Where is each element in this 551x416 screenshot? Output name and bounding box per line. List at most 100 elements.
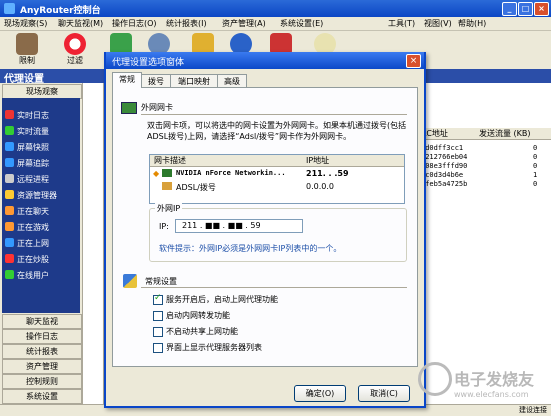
dialog-titlebar[interactable]: 代理设置选项窗体 ×: [106, 52, 424, 69]
status-text: 建设连接: [519, 406, 547, 414]
sidebar-item-remote-process[interactable]: 远程进程: [5, 174, 49, 189]
tab-dialup[interactable]: 拨号: [141, 74, 171, 88]
sidebar-btn-assets[interactable]: 资产管理: [2, 359, 82, 374]
active-marker-icon: ◆: [153, 169, 160, 178]
sidebar-item-label: 正在上网: [17, 239, 49, 248]
table-row[interactable]: 008e3fffd90 0: [415, 162, 551, 171]
sidebar-observe-button[interactable]: 现场观察: [2, 84, 82, 99]
mac-cell: 0212766eb04: [421, 153, 468, 161]
sidebar-item-label: 实时日志: [17, 111, 49, 120]
app-logo-icon: [4, 3, 15, 14]
sidebar-btn-chat-monitor[interactable]: 聊天监视: [2, 314, 82, 329]
home-icon: [16, 33, 38, 55]
table-row[interactable]: 4feb5a4725b 0: [415, 180, 551, 189]
nic-row-adsl[interactable]: ADSL/拨号 0.0.0.0: [150, 181, 404, 192]
menu-bar: 现场观察(S) 聊天监视(M) 操作日志(O) 统计报表(I) 资产管理(A) …: [0, 17, 551, 31]
watermark-text: 电子发烧友: [454, 370, 535, 389]
menu-tools[interactable]: 工具(T): [388, 18, 415, 29]
globe-icon: [5, 238, 14, 247]
toolbar-filter-label: 过滤: [67, 56, 83, 65]
option-lan-forward-checkbox[interactable]: [153, 311, 163, 321]
sent-cell: 0: [533, 153, 538, 161]
option-show-proxy-list-checkbox[interactable]: [153, 343, 163, 353]
menu-view[interactable]: 视图(V): [424, 18, 452, 29]
col-nic-desc[interactable]: 网卡描述: [154, 155, 186, 166]
menu-oplog[interactable]: 操作日志(O): [112, 18, 157, 29]
table-row[interactable]: 0212766eb04 0: [415, 153, 551, 162]
menu-help[interactable]: 帮助(H): [458, 18, 486, 29]
sidebar-item-label: 远程进程: [17, 175, 49, 184]
nic-desc-cell: NVIDIA nForce Networkin...: [176, 169, 286, 177]
maximize-button[interactable]: □: [518, 2, 533, 16]
process-icon: [5, 174, 14, 183]
close-button[interactable]: ×: [534, 2, 549, 16]
sidebar-btn-oplog[interactable]: 操作日志: [2, 329, 82, 344]
table-row[interactable]: 0c0d3d4b6e 1: [415, 171, 551, 180]
sidebar-item-explorer[interactable]: 资源管理器: [5, 190, 57, 205]
main-titlebar: AnyRouter控制台 _ □ ×: [0, 0, 551, 17]
dialog-title: 代理设置选项窗体: [112, 58, 185, 68]
toolbar-limit-button[interactable]: 限制: [12, 33, 42, 67]
sidebar-item-online-users[interactable]: 在线用户: [5, 270, 49, 285]
sidebar-item-label: 屏幕追踪: [17, 159, 49, 168]
log-icon: [5, 110, 14, 119]
watermark: 电子发烧友 www.elecfans.com: [418, 362, 550, 406]
sidebar-item-realtime-traffic[interactable]: 实时流量: [5, 126, 49, 141]
sidebar-item-screenshot[interactable]: 屏幕快照: [5, 142, 49, 157]
sidebar-item-screen-track[interactable]: 屏幕追踪: [5, 158, 49, 173]
sidebar-item-label: 屏幕快照: [17, 143, 49, 152]
proxy-settings-dialog: 代理设置选项窗体 × 常规 拨号 端口映射 高级 外网网卡 双击网卡项，可以将选…: [104, 52, 426, 408]
col-nic-ip[interactable]: IP地址: [306, 155, 329, 166]
external-ip-hint: 软件提示：外网IP必须是外网网卡IP列表中的一个。: [159, 244, 342, 253]
sent-cell: 0: [533, 162, 538, 170]
app-title: AnyRouter控制台: [20, 6, 101, 16]
sidebar-item-realtime-log[interactable]: 实时日志: [5, 110, 49, 125]
table-row[interactable]: 0d0dff3cc1 0: [415, 144, 551, 153]
menu-assets[interactable]: 资产管理(A): [222, 18, 266, 29]
sidebar-item-label: 正在炒股: [17, 255, 49, 264]
toolbar-filter-button[interactable]: 过滤: [60, 33, 90, 67]
sidebar-item-label: 资源管理器: [17, 191, 57, 200]
tab-advanced[interactable]: 高级: [217, 74, 247, 88]
tab-port-mapping[interactable]: 端口映射: [170, 74, 218, 88]
sidebar-btn-settings[interactable]: 系统设置: [2, 389, 82, 404]
menu-chat[interactable]: 聊天监视(M): [58, 18, 103, 29]
stock-icon: [5, 254, 14, 263]
option-start-proxy-checkbox[interactable]: [153, 293, 163, 305]
sidebar-item-chatting[interactable]: 正在聊天: [5, 206, 49, 221]
option-label: 界面上显示代理服务器列表: [166, 343, 262, 352]
option-no-share-checkbox[interactable]: [153, 327, 163, 337]
cancel-button[interactable]: 取消(C): [358, 385, 410, 402]
tree-panel[interactable]: [83, 83, 104, 408]
sidebar-item-stocks[interactable]: 正在炒股: [5, 254, 49, 269]
mac-cell: 4feb5a4725b: [421, 180, 468, 188]
sidebar-btn-report[interactable]: 统计报表: [2, 344, 82, 359]
sidebar-item-label: 正在聊天: [17, 207, 49, 216]
menu-settings[interactable]: 系统设置(E): [280, 18, 323, 29]
tab-general[interactable]: 常规: [112, 72, 142, 88]
nic-row-nvidia[interactable]: ◆ NVIDIA nForce Networkin... 211. . .59: [150, 168, 404, 179]
network-adapter-icon: [162, 169, 172, 177]
dialog-close-button[interactable]: ×: [406, 54, 421, 68]
mac-cell: 008e3fffd90: [421, 162, 468, 170]
external-ip-input[interactable]: 211 . ■■ . ■■ . 59: [175, 219, 303, 233]
sidebar-item-label: 实时流量: [17, 127, 49, 136]
sidebar-item-gaming[interactable]: 正在游戏: [5, 222, 49, 237]
sidebar-btn-rules[interactable]: 控制规则: [2, 374, 82, 389]
col-sent-header[interactable]: 发送流量 (KB): [479, 128, 531, 139]
nic-table-header: 网卡描述 IP地址: [150, 155, 404, 167]
nic-table: 网卡描述 IP地址 ◆ NVIDIA nForce Networkin... 2…: [149, 154, 405, 204]
option-label: 不启动共享上网功能: [166, 327, 238, 336]
nic-ip-cell: 211. . .59: [306, 169, 349, 178]
option-label: 服务开启后，启动上网代理功能: [166, 295, 278, 304]
sidebar-item-browsing[interactable]: 正在上网: [5, 238, 49, 253]
ok-button[interactable]: 确定(O): [294, 385, 346, 402]
minimize-button[interactable]: _: [502, 2, 517, 16]
folder-icon: [5, 190, 14, 199]
menu-observe[interactable]: 现场观察(S): [4, 18, 47, 29]
user-icon: [5, 270, 14, 279]
dialup-icon: [162, 182, 172, 190]
menu-report[interactable]: 统计报表(I): [166, 18, 207, 29]
sent-cell: 1: [533, 171, 538, 179]
track-icon: [5, 158, 14, 167]
